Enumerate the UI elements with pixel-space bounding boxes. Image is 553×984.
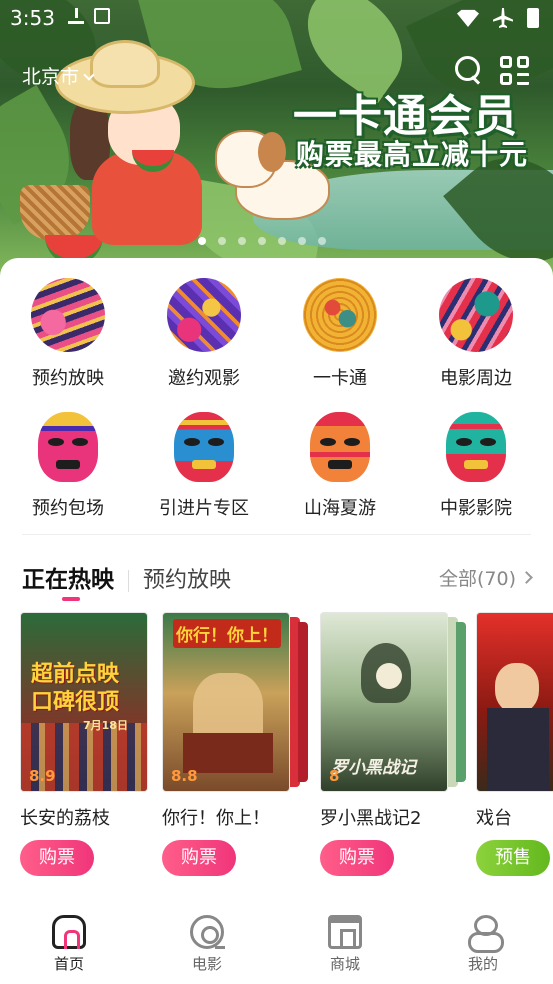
- mask-teal-icon: [446, 412, 506, 482]
- dog-illustration: [258, 132, 286, 172]
- search-icon[interactable]: [455, 56, 481, 82]
- menu-item-invite[interactable]: 邀约观影: [136, 278, 272, 390]
- poster-stack: [298, 622, 308, 782]
- poster-date: 7月18日: [83, 719, 128, 732]
- battery-icon: [527, 8, 539, 28]
- movie-card[interactable]: 你行！你上！ 8.8 你行！你上！ 购票: [162, 612, 308, 876]
- wifi-icon: [457, 9, 479, 27]
- buy-ticket-button[interactable]: 购票: [320, 840, 394, 876]
- tab-separator: [128, 570, 129, 592]
- menu-item-label: 预约放映: [32, 368, 104, 389]
- movie-card[interactable]: 超前点映 口碑很顶 7月18日 8.9 长安的荔枝 购票: [20, 612, 150, 876]
- tab-reservation-screening[interactable]: 预约放映: [143, 562, 231, 594]
- movie-tabs: 正在热映 预约放映: [22, 560, 231, 601]
- movie-rating: 8.9: [29, 767, 56, 785]
- poster-stack: [456, 622, 466, 782]
- girl-illustration: [90, 40, 160, 88]
- movie-title: 戏台: [476, 808, 512, 829]
- carousel-dot[interactable]: [238, 237, 246, 245]
- view-all-label: 全部(70): [438, 568, 516, 590]
- poster-text: 罗小黑战记: [331, 758, 416, 778]
- status-time: 3:53: [10, 6, 55, 30]
- movie-card[interactable]: 罗小黑战记 8 罗小黑战记2 购票: [320, 612, 466, 876]
- carousel-dot[interactable]: [278, 237, 286, 245]
- chevron-right-icon: [520, 571, 533, 584]
- menu-item-label: 中影影院: [440, 498, 512, 519]
- menu-item-label: 预约包场: [32, 498, 104, 519]
- divider: [22, 534, 531, 535]
- tab-indicator: [62, 597, 80, 601]
- menu-item-summer-tour[interactable]: 山海夏游: [272, 412, 408, 520]
- movie-poster[interactable]: 你行！你上！ 8.8: [162, 612, 290, 792]
- buy-ticket-button[interactable]: 购票: [162, 840, 236, 876]
- menu-item-imported-films[interactable]: 引进片专区: [136, 412, 272, 520]
- poster-text: 你行！你上！: [173, 619, 281, 648]
- merch-art-icon: [439, 278, 513, 352]
- content-card: 预约放映 邀约观影 一卡通 电影周边 预约包场 引进片专区 山海夏游 中影影院 …: [0, 258, 553, 984]
- scan-icon[interactable]: [500, 56, 530, 86]
- airplane-icon: [493, 8, 513, 28]
- city-selector[interactable]: 北京市: [22, 62, 95, 89]
- bottom-nav: 首页 电影 商城 我的: [0, 905, 553, 984]
- mask-orange-icon: [310, 412, 370, 482]
- shop-icon: [328, 915, 362, 949]
- movie-card[interactable]: 戏台 预售: [476, 612, 553, 876]
- nav-movies[interactable]: 电影: [162, 915, 252, 974]
- hero-banner[interactable]: 一卡通会员 购票最高立减十元: [0, 0, 553, 290]
- mask-blue-icon: [174, 412, 234, 482]
- menu-item-screening[interactable]: 预约放映: [0, 278, 136, 390]
- city-label: 北京市: [22, 66, 80, 88]
- status-bar: 3:53: [0, 0, 553, 38]
- menu-item-label: 一卡通: [313, 368, 367, 389]
- movie-title: 你行！你上！: [162, 808, 270, 829]
- carousel-dot[interactable]: [258, 237, 266, 245]
- carousel-dot[interactable]: [218, 237, 226, 245]
- nav-profile[interactable]: 我的: [438, 915, 528, 974]
- movie-carousel: 超前点映 口碑很顶 7月18日 8.9 长安的荔枝 购票 你行！你上！ 8.8 …: [0, 612, 553, 882]
- menu-item-label: 电影周边: [440, 368, 512, 389]
- nav-label: 我的: [467, 955, 498, 973]
- chevron-down-icon: [83, 69, 95, 81]
- tab-now-showing[interactable]: 正在热映: [22, 560, 114, 601]
- screening-art-icon: [31, 278, 105, 352]
- tab-label: 正在热映: [22, 567, 114, 593]
- menu-item-label: 邀约观影: [168, 368, 240, 389]
- movie-poster[interactable]: 超前点映 口碑很顶 7月18日 8.9: [20, 612, 148, 792]
- menu-item-card[interactable]: 一卡通: [272, 278, 408, 390]
- invite-art-icon: [167, 278, 241, 352]
- movie-rating: 8: [329, 767, 340, 785]
- carousel-dot[interactable]: [318, 237, 326, 245]
- nav-label: 电影: [191, 955, 222, 973]
- download-icon: [68, 8, 84, 24]
- user-icon: [466, 915, 504, 953]
- buy-ticket-button[interactable]: 购票: [20, 840, 94, 876]
- menu-item-cinemas[interactable]: 中影影院: [408, 412, 544, 520]
- movie-title: 罗小黑战记2: [320, 808, 422, 829]
- menu-item-label: 引进片专区: [159, 498, 249, 519]
- carousel-indicator: [198, 237, 326, 245]
- nav-label: 商城: [329, 955, 360, 973]
- poster-text: 超前点映 口碑很顶: [31, 662, 120, 715]
- banner-subline: 购票最高立减十元: [296, 138, 529, 171]
- home-icon: [52, 915, 86, 949]
- card-art-icon: [303, 278, 377, 352]
- menu-item-merch[interactable]: 电影周边: [408, 278, 544, 390]
- carousel-dot[interactable]: [198, 237, 206, 245]
- movie-poster[interactable]: [476, 612, 553, 792]
- film-icon: [190, 915, 225, 949]
- nav-label: 首页: [53, 955, 84, 973]
- nav-shop[interactable]: 商城: [300, 915, 390, 974]
- basket-illustration: [20, 185, 90, 240]
- presale-button[interactable]: 预售: [476, 840, 550, 876]
- nav-home[interactable]: 首页: [24, 915, 114, 974]
- movie-poster[interactable]: 罗小黑战记 8: [320, 612, 448, 792]
- notification-icon: [94, 8, 110, 24]
- menu-item-label: 山海夏游: [304, 498, 376, 519]
- movie-rating: 8.8: [171, 767, 198, 785]
- carousel-dot[interactable]: [298, 237, 306, 245]
- menu-item-private-screening[interactable]: 预约包场: [0, 412, 136, 520]
- mask-pink-icon: [38, 412, 98, 482]
- view-all-link[interactable]: 全部(70): [438, 564, 533, 591]
- movie-title: 长安的荔枝: [20, 808, 110, 829]
